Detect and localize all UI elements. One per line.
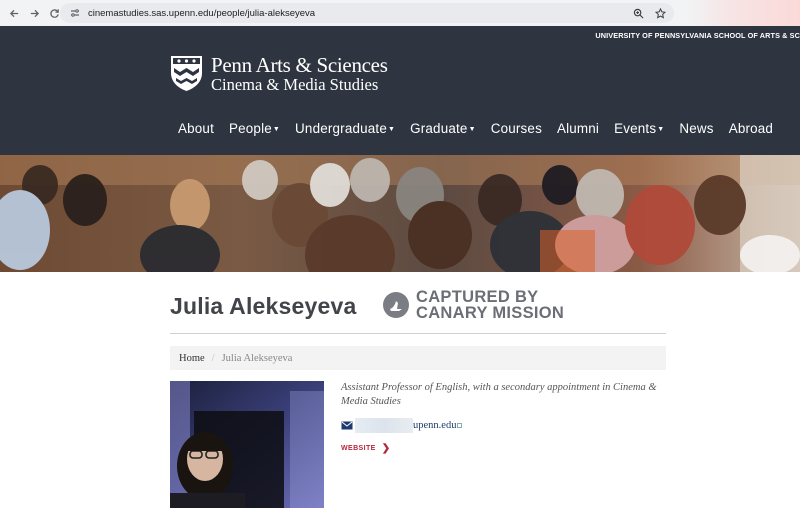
caret-down-icon: ▼ [387,126,396,133]
nav-undergraduate[interactable]: Undergraduate▼ [295,121,395,136]
window-controls-area [688,0,800,26]
url-text[interactable]: cinemastudies.sas.upenn.edu/people/julia… [88,8,315,19]
bookmark-star-icon[interactable] [652,5,668,21]
email-domain[interactable]: upenn.edu [413,420,456,431]
logo-title: Penn Arts & Sciences [211,53,388,77]
envelope-icon [341,421,353,430]
stamp-line1: CAPTURED BY [416,288,539,306]
caret-down-icon: ▼ [468,126,476,133]
external-link-icon [457,423,463,428]
hero-banner-image [0,155,800,272]
browser-toolbar: cinemastudies.sas.upenn.edu/people/julia… [0,0,800,26]
canary-mission-stamp: CAPTURED BY CANARY MISSION [382,289,564,321]
site-header: UNIVERSITY OF PENNSYLVANIA SCHOOL OF ART… [0,26,800,155]
zoom-icon[interactable] [630,5,646,21]
nav-graduate[interactable]: Graduate▼ [410,121,476,136]
canary-bird-icon [383,292,409,318]
nav-about[interactable]: About [178,121,214,136]
nav-people[interactable]: People▼ [229,121,280,136]
stamp-line2: CANARY MISSION [416,304,565,322]
breadcrumb-current: Julia Alekseyeva [221,352,293,364]
chevron-right-icon: ❯ [381,443,391,454]
forward-arrow-icon[interactable] [24,3,44,23]
caret-down-icon: ▼ [657,126,665,133]
redacted-email-user [355,418,413,433]
back-arrow-icon[interactable] [4,3,24,23]
breadcrumb-home[interactable]: Home [179,353,205,364]
nav-events[interactable]: Events▼ [614,121,664,136]
site-logo[interactable]: Penn Arts & Sciences Cinema & Media Stud… [170,55,388,94]
penn-shield-icon [171,56,202,91]
nav-news[interactable]: News [679,121,713,136]
breadcrumb: Home / Julia Alekseyeva [170,346,666,370]
website-link[interactable]: WEBSITE ❯ [341,443,390,454]
website-label[interactable]: WEBSITE [341,445,376,452]
main-navigation: About People▼ Undergraduate▼ Graduate▼ C… [178,121,788,136]
email-link[interactable]: upenn.edu [341,418,463,433]
site-settings-icon[interactable] [66,8,84,18]
university-link[interactable]: UNIVERSITY OF PENNSYLVANIA SCHOOL OF ART… [595,31,800,40]
caret-down-icon: ▼ [272,126,281,133]
page-title: Julia Alekseyeva [170,293,357,319]
breadcrumb-separator: / [211,352,215,364]
title-divider [170,333,666,334]
profile-photo [170,381,324,508]
nav-abroad[interactable]: Abroad [729,121,773,136]
nav-alumni[interactable]: Alumni [557,121,599,136]
nav-courses[interactable]: Courses [491,121,542,136]
position-title: Assistant Professor of English, with a s… [341,382,657,407]
address-bar[interactable]: cinemastudies.sas.upenn.edu/people/julia… [60,3,674,23]
logo-subtitle: Cinema & Media Studies [211,75,379,94]
